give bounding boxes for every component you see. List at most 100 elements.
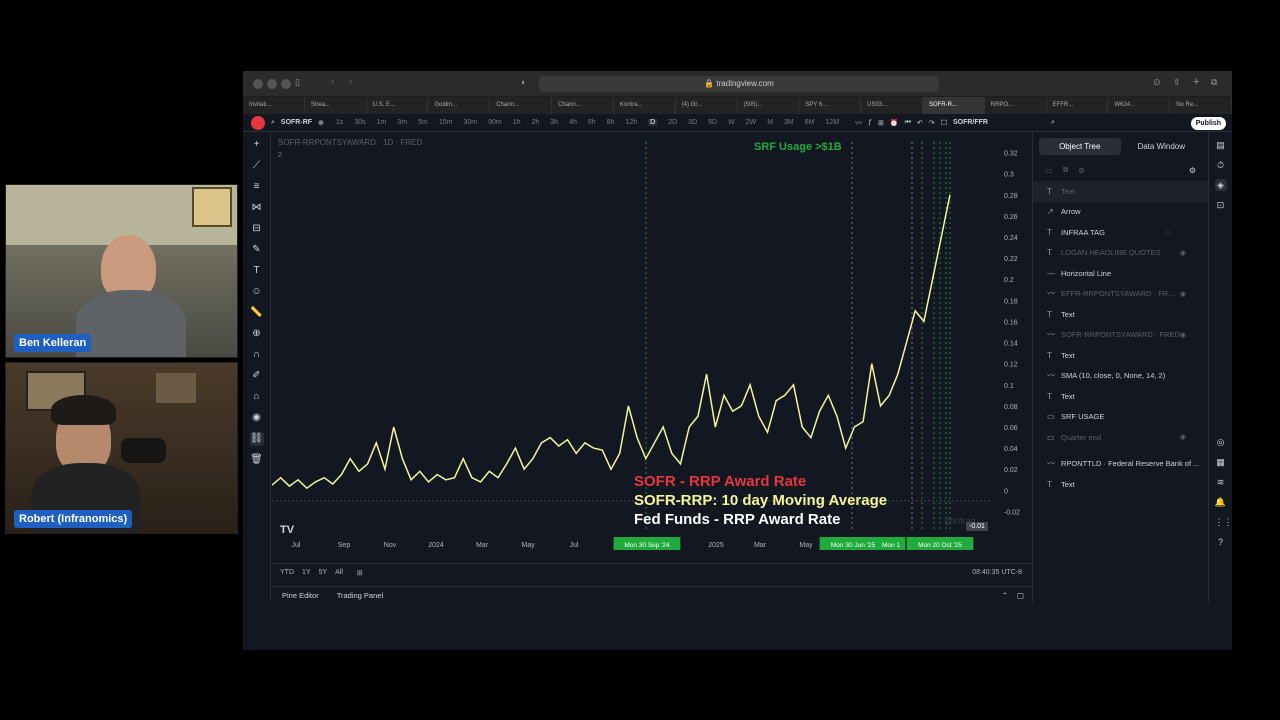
- pencil-lock-icon[interactable]: ✐: [250, 369, 264, 383]
- pattern-icon[interactable]: ⋈: [250, 201, 264, 215]
- pane-badge[interactable]: 2: [278, 152, 282, 159]
- hidden-eye-icon[interactable]: ◉: [1180, 290, 1186, 298]
- chart-pane[interactable]: 0.32 0.3 0.28 0.26 0.24 0.22 0.2 0.18 0.16 0.14 0.…: [272, 132, 1032, 602]
- interval-2h[interactable]: 2h: [531, 119, 539, 126]
- tab-overview-icon[interactable]: ⧉: [1211, 77, 1217, 88]
- range-ytd[interactable]: YTD: [280, 569, 294, 576]
- hidden-eye-icon[interactable]: ◉: [1180, 331, 1186, 339]
- alert-icon[interactable]: ⏰: [890, 119, 899, 127]
- date-range-icon[interactable]: ⊞: [357, 569, 363, 577]
- zoom-window-icon[interactable]: [281, 79, 291, 89]
- forward-icon[interactable]: ›: [349, 76, 352, 87]
- browser-tab[interactable]: Chann...: [552, 97, 614, 114]
- interval-M[interactable]: M: [767, 119, 773, 126]
- notifications-icon[interactable]: 🔔: [1215, 496, 1227, 508]
- legend-title[interactable]: SOFR-RRPONTSYAWARD · 1D · FRED: [278, 138, 422, 147]
- replay-icon[interactable]: ⏮: [905, 119, 911, 127]
- lock-drawings-icon[interactable]: ⌂: [250, 390, 264, 404]
- browser-tab[interactable]: SPY 6...: [799, 97, 862, 114]
- tab-object-tree[interactable]: Object Tree: [1039, 138, 1121, 155]
- undo-icon[interactable]: ↶: [917, 119, 923, 127]
- alerts-icon[interactable]: ⏱: [1215, 159, 1227, 171]
- calendar-icon[interactable]: ▦: [1215, 456, 1227, 468]
- browser-tab[interactable]: Goldm...: [428, 97, 491, 114]
- browser-tab[interactable]: RRPO...: [985, 97, 1047, 114]
- close-window-icon[interactable]: [253, 79, 263, 89]
- hidden-eye-icon[interactable]: ◉: [1180, 433, 1186, 441]
- compare-icon[interactable]: ⊕: [318, 119, 324, 127]
- share-icon[interactable]: ⇧: [1173, 77, 1181, 88]
- help-icon[interactable]: ?: [1215, 536, 1227, 548]
- brush-icon[interactable]: ✎: [250, 243, 264, 257]
- emoji-icon[interactable]: ☺: [250, 285, 264, 299]
- privacy-icon[interactable]: ◐: [521, 77, 526, 87]
- ruler-icon[interactable]: 📏: [250, 306, 264, 320]
- interval-6M[interactable]: 6M: [805, 119, 815, 126]
- filter-icon[interactable]: ⚙: [1189, 166, 1196, 175]
- text-tool-icon[interactable]: T: [250, 264, 264, 278]
- back-icon[interactable]: ‹: [331, 76, 334, 87]
- zoom-in-icon[interactable]: ⊕: [250, 327, 264, 341]
- indicators-icon[interactable]: ƒ: [868, 119, 872, 126]
- zoom-icon[interactable]: ⌕: [1051, 119, 1055, 127]
- trading-panel-tab[interactable]: Trading Panel: [337, 591, 383, 600]
- range-all[interactable]: All: [335, 569, 343, 576]
- time-label[interactable]: 08:40:35 UTC-8: [972, 569, 1022, 576]
- interval-30m[interactable]: 30m: [463, 119, 477, 126]
- interval-1s[interactable]: 1s: [336, 119, 343, 126]
- address-bar[interactable]: 🔒 tradingview.com: [539, 76, 939, 92]
- interval-12h[interactable]: 12h: [625, 119, 637, 126]
- sidebar-toggle-icon[interactable]: ▯: [295, 77, 300, 88]
- tree-item[interactable]: ↗ Arrow: [1033, 202, 1208, 223]
- trash-icon[interactable]: 🗑: [250, 453, 264, 467]
- tab-data-window[interactable]: Data Window: [1121, 138, 1203, 155]
- tree-item[interactable]: T Text: [1033, 345, 1208, 366]
- object-tree-icon[interactable]: ◈: [1214, 179, 1227, 191]
- browser-tab[interactable]: Strea...: [305, 97, 367, 114]
- interval-3h[interactable]: 3h: [550, 119, 558, 126]
- range-1y[interactable]: 1Y: [302, 569, 311, 576]
- interval-12M[interactable]: 12M: [826, 119, 840, 126]
- browser-tab[interactable]: (505)...: [738, 97, 800, 114]
- broadcast-icon[interactable]: ≋: [1215, 476, 1227, 488]
- publish-button[interactable]: Publish: [1190, 117, 1226, 130]
- magnet-icon[interactable]: ∩: [250, 348, 264, 362]
- tree-item[interactable]: 〰 RPONTTLD · Federal Reserve Bank of ...: [1033, 454, 1208, 475]
- copy-icon[interactable]: ⧉: [1063, 165, 1069, 175]
- browser-tab[interactable]: Invitati...: [243, 97, 305, 114]
- interval-4h[interactable]: 4h: [569, 119, 577, 126]
- interval-5D[interactable]: 5D: [708, 119, 717, 126]
- pine-editor-tab[interactable]: Pine Editor: [282, 591, 319, 600]
- interval-2D[interactable]: 2D: [668, 119, 677, 126]
- chevron-up-icon[interactable]: ⌃: [1002, 591, 1008, 600]
- tree-item[interactable]: — Horizontal Line: [1033, 263, 1208, 284]
- new-tab-icon[interactable]: +: [1193, 76, 1199, 88]
- interval-8h[interactable]: 8h: [607, 119, 615, 126]
- interval-15m[interactable]: 15m: [439, 119, 453, 126]
- watchlist-icon[interactable]: ▤: [1215, 139, 1227, 151]
- tree-item[interactable]: 〰 SMA (10, close, 0, None, 14, 2): [1033, 366, 1208, 387]
- interval-90m[interactable]: 90m: [488, 119, 502, 126]
- crosshair-icon[interactable]: +: [250, 138, 264, 152]
- interval-1m[interactable]: 1m: [377, 119, 387, 126]
- hidden-eye-icon[interactable]: ◉: [1180, 249, 1186, 257]
- search-icon[interactable]: ⌕: [271, 119, 275, 127]
- tree-item[interactable]: T Text: [1033, 304, 1208, 325]
- interval-5m[interactable]: 5m: [418, 119, 428, 126]
- browser-tab[interactable]: US03...: [861, 97, 923, 114]
- browser-tab[interactable]: EFFR...: [1047, 97, 1109, 114]
- avatar[interactable]: [251, 115, 265, 130]
- tree-item[interactable]: ▭ SRF USAGE: [1033, 407, 1208, 428]
- group-icon[interactable]: ▭: [1045, 166, 1053, 175]
- redo-icon[interactable]: ↷: [929, 119, 935, 127]
- browser-tab-active[interactable]: SOFR-R...: [922, 97, 985, 114]
- tree-item[interactable]: T INFRAA TAG ⌂: [1033, 222, 1208, 243]
- interval-D[interactable]: D: [648, 119, 658, 126]
- link-icon[interactable]: ⛓: [249, 432, 264, 446]
- interval-3D[interactable]: 3D: [688, 119, 697, 126]
- compare-symbol[interactable]: SOFR/FFR: [953, 119, 988, 126]
- browser-tab[interactable]: Chann...: [490, 97, 553, 114]
- layers-icon[interactable]: ⊜: [1078, 166, 1085, 175]
- tree-item[interactable]: T LOGAN HEADLINE QUOTES ◉: [1033, 243, 1208, 264]
- browser-tab[interactable]: Kontra...: [614, 97, 676, 114]
